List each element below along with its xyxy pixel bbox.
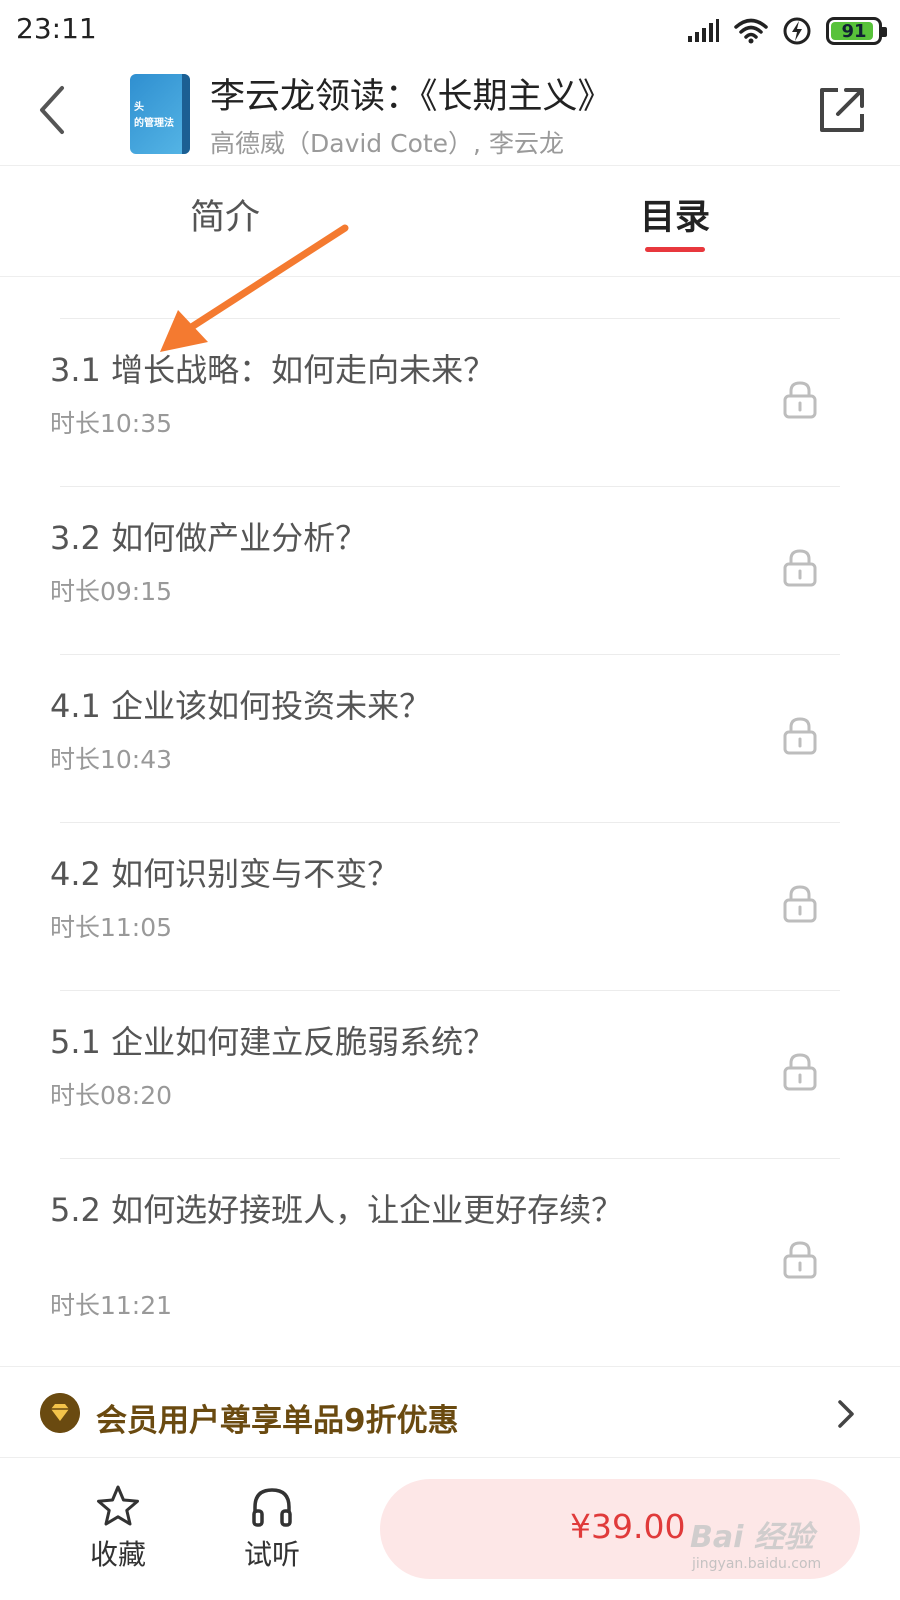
baidu-watermark: Bai 经验: [690, 1520, 814, 1555]
chapter-duration: 时长11:21: [50, 1291, 173, 1320]
back-button[interactable]: [30, 80, 80, 140]
charging-icon: [783, 17, 811, 45]
member-banner[interactable]: 会员用户尊享单品9折优惠: [0, 1366, 900, 1458]
baidu-watermark-url: jingyan.baidu.com: [692, 1556, 822, 1572]
chapter-item[interactable]: 3.1 增长战略：如何走向未来？ 时长10:35: [0, 318, 900, 486]
status-icons: 91: [686, 14, 887, 48]
share-icon: [820, 88, 864, 132]
signal-icon: [688, 19, 719, 42]
tab-bar: 简介 目录: [0, 167, 900, 277]
share-button[interactable]: [816, 84, 866, 136]
lock-icon: [783, 885, 817, 923]
trial-listen-button[interactable]: 试听: [222, 1483, 322, 1573]
chapter-title: 5.1 企业如何建立反脆弱系统？: [50, 1023, 496, 1061]
diamond-badge-icon: [40, 1393, 80, 1433]
chapter-item[interactable]: 5.2 如何选好接班人，让企业更好存续？ 时长11:21: [0, 1158, 900, 1366]
wifi-icon: [734, 18, 768, 44]
chevron-left-icon: [40, 86, 64, 134]
chevron-right-icon: [838, 1400, 854, 1428]
chapter-title: 3.2 如何做产业分析？: [50, 519, 368, 557]
book-title: 李云龙领读：《长期主义》: [210, 77, 613, 117]
header: 头 的管理法 李云龙领读：《长期主义》 高德威（David Cote）, 李云龙: [0, 60, 900, 166]
lock-icon: [783, 1241, 817, 1279]
chapter-item[interactable]: 4.1 企业该如何投资未来？ 时长10:43: [0, 654, 900, 822]
cover-text-line2: 的管理法: [134, 118, 174, 129]
chapter-duration: 时长10:35: [50, 409, 173, 438]
tab-catalog[interactable]: 目录: [630, 189, 720, 240]
lock-icon: [783, 1053, 817, 1091]
status-time: 23:11: [16, 12, 97, 45]
chapter-duration: 时长11:05: [50, 913, 173, 942]
star-icon: [97, 1485, 139, 1526]
book-author: 高德威（David Cote）, 李云龙: [210, 129, 564, 158]
buy-price: ¥39.00: [570, 1507, 686, 1546]
battery-icon: 91: [826, 17, 887, 45]
chapter-title: 5.2 如何选好接班人，让企业更好存续？: [50, 1191, 624, 1229]
lock-icon: [783, 717, 817, 755]
status-bar: 23:11 91: [0, 0, 900, 60]
battery-level: 91: [841, 20, 867, 42]
chapter-duration: 时长08:20: [50, 1081, 173, 1110]
tab-intro[interactable]: 简介: [180, 189, 270, 240]
trial-listen-label: 试听: [243, 1538, 300, 1571]
book-cover: 头 的管理法: [130, 74, 190, 154]
cover-text-line1: 头: [134, 102, 144, 113]
chapter-duration: 时长10:43: [50, 745, 173, 774]
lock-icon: [783, 549, 817, 587]
chapter-title: 3.1 增长战略：如何走向未来？: [50, 351, 496, 389]
chapter-item[interactable]: 3.2 如何做产业分析？ 时长09:15: [0, 486, 900, 654]
favorite-label: 收藏: [89, 1538, 146, 1571]
active-tab-indicator: [645, 247, 705, 252]
member-offer-text: 会员用户尊享单品9折优惠: [96, 1403, 459, 1439]
headphones-icon: [252, 1488, 292, 1527]
chapter-item[interactable]: 5.1 企业如何建立反脆弱系统？ 时长08:20: [0, 990, 900, 1158]
chapter-title: 4.2 如何识别变与不变？: [50, 855, 400, 893]
favorite-button[interactable]: 收藏: [68, 1483, 168, 1573]
chapter-item[interactable]: 4.2 如何识别变与不变？ 时长11:05: [0, 822, 900, 990]
chapter-duration: 时长09:15: [50, 577, 173, 606]
chapter-title: 4.1 企业该如何投资未来？: [50, 687, 432, 725]
lock-icon: [783, 381, 817, 419]
